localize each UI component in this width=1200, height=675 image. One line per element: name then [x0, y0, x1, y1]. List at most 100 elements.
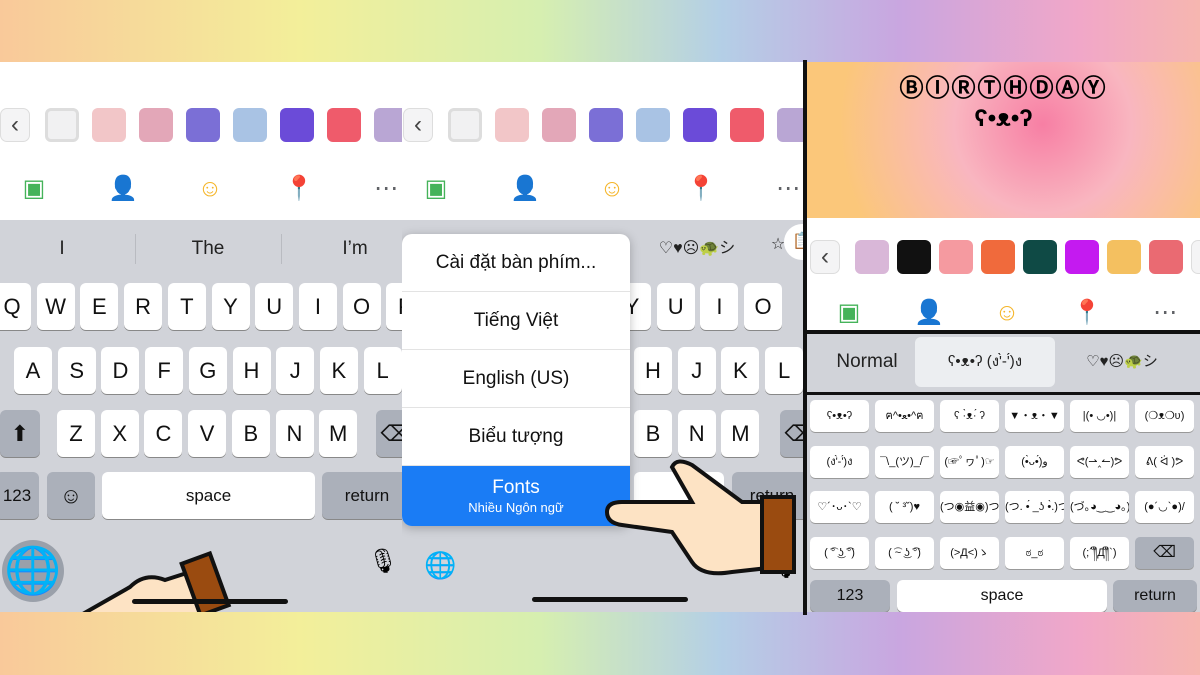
photo-icon[interactable]: ▣: [835, 299, 863, 327]
more-icon[interactable]: ⋯: [1151, 299, 1179, 327]
emoticon-key[interactable]: (つ◉益◉)つ: [940, 491, 999, 523]
delete-key[interactable]: ⌫: [1135, 536, 1194, 569]
emoticon-key[interactable]: ʕ•ᴥ•ʔ: [810, 400, 869, 432]
emoticon-key[interactable]: (>Д<)ゝ: [940, 536, 999, 569]
space-key[interactable]: space: [102, 472, 315, 519]
key-q[interactable]: Q: [0, 283, 31, 330]
background-swatch[interactable]: [280, 108, 314, 142]
feeling-icon[interactable]: ☺: [598, 175, 626, 203]
photo-icon[interactable]: ▣: [20, 175, 48, 203]
emoticon-key[interactable]: (•̀ᴗ•́)و: [1005, 445, 1064, 478]
emoticon-key[interactable]: ¯\_(ツ)_/¯: [875, 445, 934, 478]
back-chevron-icon[interactable]: ‹: [403, 108, 433, 142]
numbers-key[interactable]: 123: [0, 472, 39, 519]
key-o[interactable]: O: [342, 283, 381, 330]
emoticon-key[interactable]: ಠ_ಠ: [1005, 536, 1064, 569]
background-swatch[interactable]: [855, 240, 889, 274]
location-icon[interactable]: 📍: [284, 175, 314, 203]
emoticon-key[interactable]: (☞ﾟヮﾟ)☞: [940, 445, 999, 478]
menu-item[interactable]: Cài đặt bàn phím...: [402, 234, 630, 292]
photo-icon[interactable]: ▣: [422, 175, 450, 203]
emoticon-key[interactable]: ( ͡° ͜ʖ ͡°): [810, 536, 869, 569]
key-g[interactable]: G: [188, 347, 227, 394]
grid-icon[interactable]: ▦: [1191, 240, 1200, 274]
key-m[interactable]: M: [721, 410, 760, 457]
suggestion[interactable]: I: [22, 238, 102, 260]
location-icon[interactable]: 📍: [686, 175, 716, 203]
location-icon[interactable]: 📍: [1072, 299, 1102, 327]
background-swatch[interactable]: [981, 240, 1015, 274]
key-v[interactable]: V: [188, 410, 227, 457]
key-w[interactable]: W: [36, 283, 75, 330]
background-swatch[interactable]: [777, 108, 803, 142]
background-swatch[interactable]: [495, 108, 529, 142]
key-b[interactable]: B: [634, 410, 672, 457]
background-swatch[interactable]: [1065, 240, 1099, 274]
return-key[interactable]: return: [322, 472, 402, 519]
key-n[interactable]: N: [275, 410, 314, 457]
back-chevron-icon[interactable]: ‹: [0, 108, 30, 142]
emoticon-key[interactable]: (ง'̀-'́)ง: [810, 445, 869, 478]
emoticon-key[interactable]: ᕙ(⇀‸↼)ᕗ: [1070, 445, 1129, 478]
background-swatch[interactable]: [1107, 240, 1141, 274]
key-y[interactable]: Y: [211, 283, 250, 330]
emoticon-key[interactable]: ฅ^•ﻌ•^ฅ: [875, 400, 934, 432]
key-k[interactable]: K: [319, 347, 358, 394]
background-swatch[interactable]: [542, 108, 576, 142]
key-f[interactable]: F: [145, 347, 184, 394]
background-swatch[interactable]: [683, 108, 717, 142]
key-s[interactable]: S: [57, 347, 96, 394]
key-e[interactable]: E: [80, 283, 119, 330]
microphone-icon[interactable]: 🎙: [368, 547, 398, 576]
background-swatch[interactable]: [139, 108, 173, 142]
key-c[interactable]: C: [144, 410, 183, 457]
key-i[interactable]: I: [298, 283, 337, 330]
font-tab[interactable]: Normal: [827, 337, 907, 387]
emoticon-key[interactable]: ʕ ·̀ᴥ·́ ʔ: [940, 400, 999, 432]
background-swatch[interactable]: [589, 108, 623, 142]
key-n[interactable]: N: [677, 410, 716, 457]
background-swatch[interactable]: [45, 108, 79, 142]
menu-item[interactable]: Fonts Nhiều Ngôn ngữ: [402, 466, 630, 526]
return-key[interactable]: return: [1113, 580, 1197, 612]
emoticon-key[interactable]: ( ˘ ³˘)♥: [875, 491, 934, 523]
background-swatch[interactable]: [1149, 240, 1183, 274]
background-swatch[interactable]: [897, 240, 931, 274]
emoticon-key[interactable]: ( ͡~ ͜ʖ ͡°): [875, 536, 934, 569]
clipboard-icon[interactable]: 📋: [784, 224, 803, 260]
shift-key[interactable]: ⬆: [0, 410, 40, 457]
space-key[interactable]: space: [897, 580, 1107, 612]
key-l[interactable]: L: [765, 347, 803, 394]
emoticon-key[interactable]: (つ. •́ _ʖ •̀.)つ: [1005, 491, 1064, 523]
background-swatch[interactable]: [730, 108, 764, 142]
background-swatch[interactable]: [1023, 240, 1057, 274]
background-swatch[interactable]: [448, 108, 482, 142]
background-swatch[interactable]: [374, 108, 402, 142]
feeling-icon[interactable]: ☺: [196, 175, 224, 203]
key-k[interactable]: K: [721, 347, 760, 394]
delete-key[interactable]: ⌫: [780, 410, 803, 457]
key-x[interactable]: X: [100, 410, 139, 457]
background-swatch[interactable]: [92, 108, 126, 142]
key-o[interactable]: O: [744, 283, 783, 330]
key-h[interactable]: H: [232, 347, 271, 394]
menu-item[interactable]: Tiếng Việt: [402, 292, 630, 350]
globe-icon[interactable]: 🌐: [424, 550, 456, 581]
key-m[interactable]: M: [319, 410, 358, 457]
suggestion[interactable]: I’m: [315, 238, 395, 260]
key-u[interactable]: U: [656, 283, 695, 330]
feeling-icon[interactable]: ☺: [993, 299, 1021, 327]
emoticon-key[interactable]: |(• ◡•)|: [1070, 400, 1129, 432]
background-swatch[interactable]: [636, 108, 670, 142]
background-swatch[interactable]: [939, 240, 973, 274]
emoticon-key[interactable]: ᕕ( ᐛ )ᕗ: [1135, 445, 1194, 478]
emoticon-key[interactable]: (●´◡`●)/: [1135, 491, 1194, 523]
background-swatch[interactable]: [186, 108, 220, 142]
key-r[interactable]: R: [124, 283, 163, 330]
more-icon[interactable]: ⋯: [774, 175, 802, 203]
font-tab[interactable]: ʕ•ᴥ•ʔ (ง'̀-'́)ง: [915, 337, 1055, 387]
emoticon-key[interactable]: (;´༎ຶД༎ຶ`): [1070, 536, 1129, 569]
emoticon-key[interactable]: ♡´･ᴗ･`♡: [810, 491, 869, 523]
key-t[interactable]: T: [167, 283, 206, 330]
key-u[interactable]: U: [255, 283, 294, 330]
